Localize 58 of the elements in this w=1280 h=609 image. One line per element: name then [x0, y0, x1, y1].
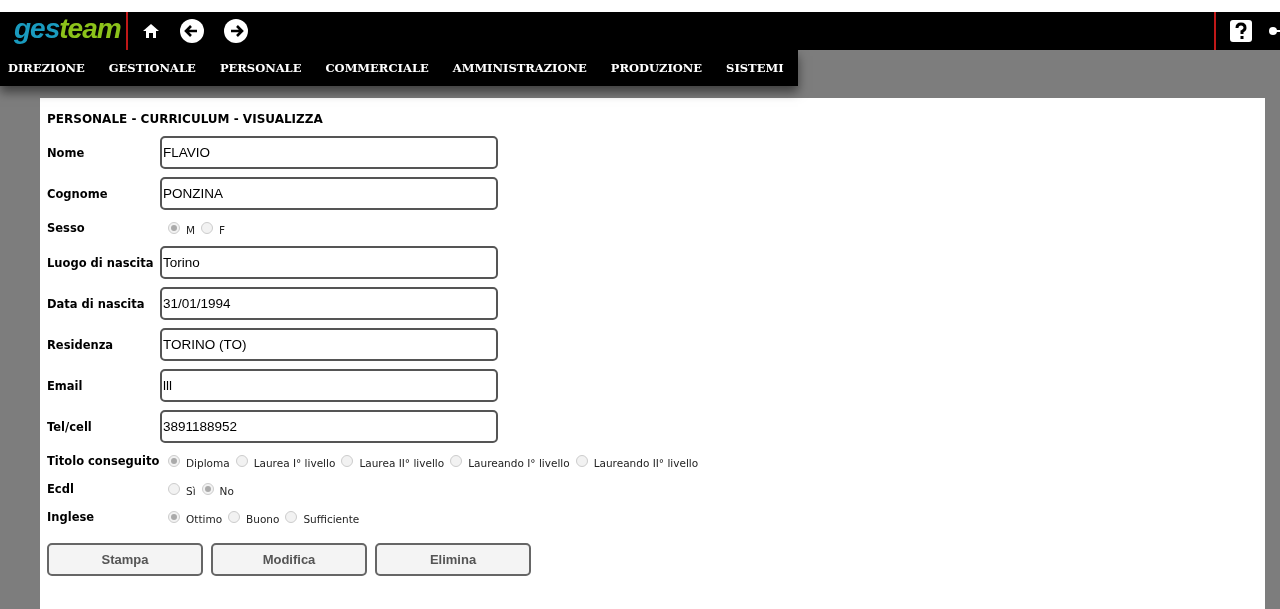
menu-item[interactable]: DIREZIONE [8, 61, 85, 75]
radio-button[interactable] [168, 483, 180, 495]
radio-button[interactable] [450, 455, 463, 467]
input-field[interactable]: 31/01/1994 [160, 287, 498, 320]
field-label: Sesso [47, 221, 86, 235]
radio-label: Sì [186, 483, 196, 497]
help-icon[interactable] [1230, 20, 1252, 42]
field-label: Ecdl [47, 482, 75, 496]
radio-button[interactable] [228, 511, 241, 523]
input-field[interactable]: 3891188952 [160, 410, 498, 443]
menu-item[interactable]: COMMERCIALE [325, 61, 429, 75]
forward-icon[interactable] [223, 19, 248, 43]
input-field[interactable]: lll [160, 369, 498, 402]
radio-label: Sufficiente [303, 511, 360, 525]
radio-button[interactable] [575, 455, 588, 467]
field-label: Titolo conseguito [47, 454, 160, 468]
menu-item[interactable]: PRODUZIONE [610, 61, 703, 75]
home-icon[interactable] [141, 22, 160, 40]
radio-button[interactable] [168, 222, 180, 234]
page-title: PERSONALE - CURRICULUM - VISUALIZZA [47, 112, 324, 126]
radio-label: F [219, 222, 226, 236]
menu-item[interactable]: AMMINISTRAZIONE [452, 61, 587, 75]
action-button[interactable]: Modifica [211, 543, 367, 576]
radio-label: Ottimo [186, 511, 223, 525]
radio-label: Buono [246, 511, 280, 525]
radio-label: Laureando I° livello [468, 455, 570, 469]
input-field[interactable]: TORINO (TO) [160, 328, 498, 361]
radio-button[interactable] [168, 511, 180, 523]
field-label: Nome [47, 145, 86, 160]
field-label: Data di nascita [47, 296, 146, 311]
field-label: Residenza [47, 337, 115, 352]
input-field[interactable]: PONZINA [160, 177, 498, 210]
radio-button[interactable] [285, 511, 298, 523]
radio-button[interactable] [201, 222, 214, 234]
radio-button[interactable] [201, 483, 214, 495]
radio-label: Laurea I° livello [253, 455, 336, 469]
field-label: Email [47, 378, 84, 393]
radio-label: M [186, 222, 196, 236]
key-icon[interactable] [1268, 25, 1280, 37]
field-label: Cognome [47, 186, 109, 201]
menu-item[interactable]: PERSONALE [219, 61, 302, 75]
field-label: Inglese [47, 510, 96, 524]
input-field[interactable]: FLAVIO [160, 136, 498, 169]
radio-label: Laurea II° livello [359, 455, 445, 469]
radio-label: Laureando II° livello [593, 455, 699, 469]
field-label: Tel/cell [47, 419, 93, 434]
menu-item[interactable]: SISTEMI [726, 61, 784, 75]
back-icon[interactable] [179, 19, 204, 43]
radio-label: Diploma [186, 455, 230, 469]
input-field[interactable]: Torino [160, 246, 498, 279]
radio-button[interactable] [168, 455, 180, 467]
action-button[interactable]: Elimina [375, 543, 531, 576]
radio-button[interactable] [341, 455, 354, 467]
radio-button[interactable] [235, 455, 248, 467]
action-button[interactable]: Stampa [47, 543, 203, 576]
radio-label: No [219, 483, 234, 497]
field-label: Luogo di nascita [47, 255, 155, 270]
menu-item[interactable]: GESTIONALE [108, 61, 196, 75]
